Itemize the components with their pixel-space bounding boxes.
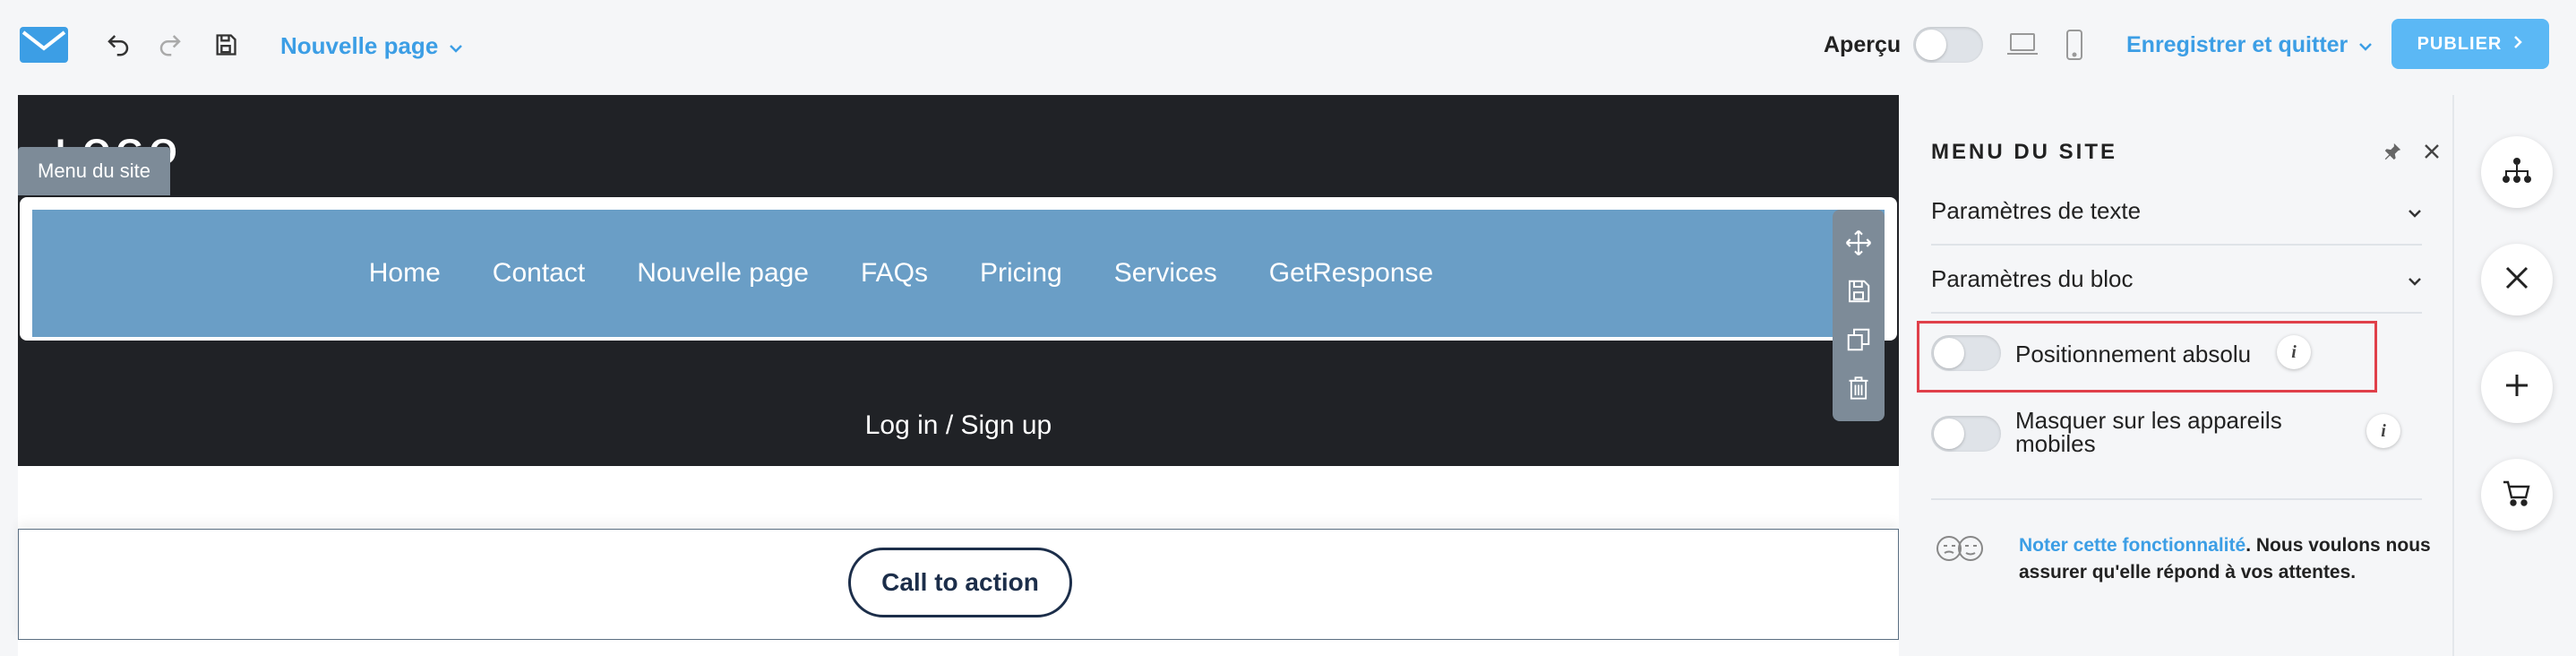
shop-button[interactable]: [2481, 459, 2553, 531]
close-panel-icon[interactable]: [2424, 143, 2440, 164]
chevron-down-icon: [2408, 197, 2422, 225]
call-to-action-button[interactable]: Call to action: [848, 548, 1072, 617]
save-block-icon[interactable]: [1843, 276, 1874, 306]
right-rail: [2452, 95, 2576, 656]
preview-label: Aperçu: [1824, 32, 1902, 57]
mobile-view-icon[interactable]: [2058, 29, 2091, 61]
block-tag: Menu du site: [18, 147, 170, 195]
absolute-position-label: Positionnement absolu: [2015, 341, 2252, 367]
block-toolbar: [1833, 210, 1885, 421]
save-and-quit-button[interactable]: Enregistrer et quitter: [2126, 32, 2373, 58]
move-icon[interactable]: [1843, 228, 1874, 258]
divider: [1931, 498, 2422, 500]
absolute-position-toggle[interactable]: [1931, 335, 2001, 371]
menu-item-contact[interactable]: Contact: [493, 258, 585, 289]
cart-icon: [2502, 479, 2532, 511]
menu-item-getresponse[interactable]: GetResponse: [1269, 258, 1433, 289]
publish-label: PUBLIER: [2417, 33, 2503, 54]
login-signup-text[interactable]: Log in / Sign up: [18, 410, 1899, 441]
feedback-faces-icon: [1935, 534, 1985, 567]
trash-icon[interactable]: [1843, 373, 1874, 403]
chevron-down-icon: [2408, 265, 2422, 293]
chevron-down-icon: [2358, 32, 2373, 58]
menu-item-home[interactable]: Home: [369, 258, 441, 289]
info-icon[interactable]: i: [2277, 335, 2311, 369]
pin-icon[interactable]: [2383, 142, 2402, 166]
app-logo-icon[interactable]: [20, 27, 68, 63]
menu-item-faqs[interactable]: FAQs: [861, 258, 928, 289]
save-quit-label: Enregistrer et quitter: [2126, 32, 2348, 57]
info-icon[interactable]: i: [2366, 414, 2400, 448]
cta-section[interactable]: Call to action: [18, 529, 1899, 640]
sitemap-button[interactable]: [2481, 136, 2553, 208]
settings-panel: MENU DU SITE Paramètres de texte Paramèt…: [1899, 95, 2454, 656]
preview-toggle[interactable]: [1913, 27, 1983, 63]
header-section[interactable]: LOGO Menu du site Home Contact Nouvelle …: [18, 95, 1899, 466]
site-menu-block[interactable]: Home Contact Nouvelle page FAQs Pricing …: [20, 197, 1897, 341]
duplicate-icon[interactable]: [1843, 324, 1874, 355]
chevron-right-icon: [2512, 34, 2523, 55]
undo-icon[interactable]: [102, 29, 134, 61]
desktop-view-icon[interactable]: [2006, 29, 2039, 61]
close-icon: [2503, 264, 2530, 296]
menu-item-pricing[interactable]: Pricing: [980, 258, 1062, 289]
text-settings-section[interactable]: Paramètres de texte: [1931, 177, 2422, 246]
plus-icon: [2503, 372, 2530, 403]
close-button[interactable]: [2481, 244, 2553, 315]
publish-button[interactable]: PUBLIER: [2391, 19, 2549, 69]
rate-feature-link[interactable]: Noter cette fonctionnalité: [2019, 535, 2245, 556]
menu-item-services[interactable]: Services: [1114, 258, 1217, 289]
panel-title: MENU DU SITE: [1931, 140, 2118, 164]
top-toolbar: Nouvelle page Aperçu Enregistrer et quit…: [0, 0, 2576, 95]
redo-icon[interactable]: [154, 29, 186, 61]
hide-mobile-label: Masquer sur les appareils mobiles: [2015, 407, 2282, 457]
sitemap-icon: [2502, 157, 2532, 188]
save-icon[interactable]: [210, 29, 242, 61]
menu-item-new-page[interactable]: Nouvelle page: [637, 258, 809, 289]
chevron-down-icon: [449, 32, 463, 60]
add-element-button[interactable]: [2481, 351, 2553, 423]
site-menu-bar: Home Contact Nouvelle page FAQs Pricing …: [32, 210, 1885, 337]
block-settings-section[interactable]: Paramètres du bloc: [1931, 246, 2422, 314]
section-label: Paramètres de texte: [1931, 196, 2142, 224]
page-canvas: LOGO Menu du site Home Contact Nouvelle …: [18, 95, 1899, 656]
page-selector[interactable]: Nouvelle page: [280, 32, 463, 60]
feedback-text: Noter cette fonctionnalité. Nous voulons…: [2019, 532, 2431, 586]
hide-mobile-toggle[interactable]: [1931, 416, 2001, 452]
section-label: Paramètres du bloc: [1931, 264, 2134, 292]
page-name-label: Nouvelle page: [280, 32, 439, 59]
